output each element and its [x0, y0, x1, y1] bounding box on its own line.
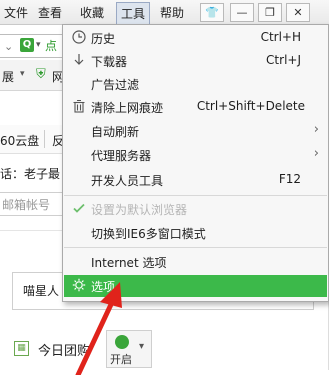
- menu-item-label: 开发人员工具: [91, 174, 164, 188]
- close-icon[interactable]: ✕: [286, 3, 310, 22]
- divider: [0, 230, 66, 231]
- menu-item-label: 历史: [91, 32, 116, 46]
- menu-help[interactable]: 帮助: [160, 4, 184, 21]
- minimize-icon[interactable]: —: [230, 3, 254, 22]
- menu-separator: [64, 247, 327, 248]
- menu-item-label: 设置为默认浏览器: [91, 203, 188, 217]
- menu-item-clear-history[interactable]: 清除上网痕迹 Ctrl+Shift+Delete: [64, 96, 327, 118]
- trash-icon: [71, 99, 87, 115]
- search-icon[interactable]: Q: [20, 38, 34, 52]
- history-icon: [71, 30, 87, 46]
- search-label[interactable]: 点: [45, 37, 57, 54]
- menu-favorites[interactable]: 收藏: [80, 4, 104, 21]
- email-placeholder: 邮箱帐号: [2, 198, 51, 212]
- menu-item-label: 下载器: [91, 55, 128, 69]
- dropdown-icon[interactable]: ▾: [36, 40, 41, 50]
- shirt-icon[interactable]: 👕: [200, 3, 224, 22]
- menu-item-proxy-server[interactable]: 代理服务器 ›: [64, 144, 327, 166]
- annotation-arrow-icon: [75, 282, 122, 375]
- menu-item-label: 自动刷新: [91, 125, 140, 139]
- menu-item-label: 代理服务器: [91, 149, 152, 163]
- menu-item-set-default-browser: 设置为默认浏览器: [64, 198, 327, 220]
- shortcut-label: Ctrl+H: [260, 30, 301, 44]
- restore-icon[interactable]: ❐: [258, 3, 282, 22]
- menu-file[interactable]: 文件: [4, 4, 28, 21]
- menu-tools[interactable]: 工具: [116, 2, 151, 25]
- divider: [44, 130, 45, 148]
- menu-item-auto-refresh[interactable]: 自动刷新 ›: [64, 120, 327, 142]
- chevron-right-icon: ›: [313, 122, 319, 137]
- chevron-down-icon[interactable]: ⌄: [4, 40, 13, 53]
- headline-text[interactable]: 话：老子最: [0, 165, 60, 182]
- shortcut-label: F12: [278, 172, 301, 186]
- menu-view[interactable]: 查看: [38, 4, 62, 21]
- tab-cloud-disk[interactable]: 60云盘: [0, 132, 39, 149]
- menu-bar: 文件 查看 收藏 工具 帮助 👕 — ❐ ✕: [0, 0, 329, 25]
- download-icon: [71, 53, 87, 69]
- check-icon: [71, 201, 87, 217]
- menu-separator: [64, 195, 327, 196]
- menu-item-label: 广告过滤: [91, 78, 140, 92]
- menu-item-label: 清除上网痕迹: [91, 101, 164, 115]
- calendar-icon: ▦: [14, 341, 29, 356]
- menu-item-switch-ie6-mode[interactable]: 切换到IE6多窗口模式: [64, 222, 327, 244]
- chevron-down-icon[interactable]: ▾: [20, 69, 25, 79]
- menu-item-label: Internet 选项: [91, 256, 167, 270]
- menu-item-ad-filter[interactable]: 广告过滤: [64, 73, 327, 95]
- menu-item-developer-tools[interactable]: 开发人员工具 F12: [64, 169, 327, 191]
- menu-item-label: 切换到IE6多窗口模式: [91, 227, 206, 241]
- menu-item-downloader[interactable]: 下载器 Ctrl+J: [64, 50, 327, 72]
- menu-item-history[interactable]: 历史 Ctrl+H: [64, 27, 327, 49]
- email-field[interactable]: 邮箱帐号: [0, 192, 67, 216]
- chevron-right-icon: ›: [313, 146, 319, 161]
- shortcut-label: Ctrl+Shift+Delete: [196, 99, 305, 113]
- card-text: 喵星人: [23, 284, 60, 298]
- shortcut-label: Ctrl+J: [266, 53, 301, 67]
- shield-icon: ⛨: [36, 67, 46, 82]
- fav-expand-label[interactable]: 展: [2, 68, 14, 85]
- menu-item-internet-options[interactable]: Internet 选项: [64, 251, 327, 273]
- tools-menu: 历史 Ctrl+H 下载器 Ctrl+J 广告过滤 清除上网痕迹 Ctrl+Sh…: [62, 24, 329, 302]
